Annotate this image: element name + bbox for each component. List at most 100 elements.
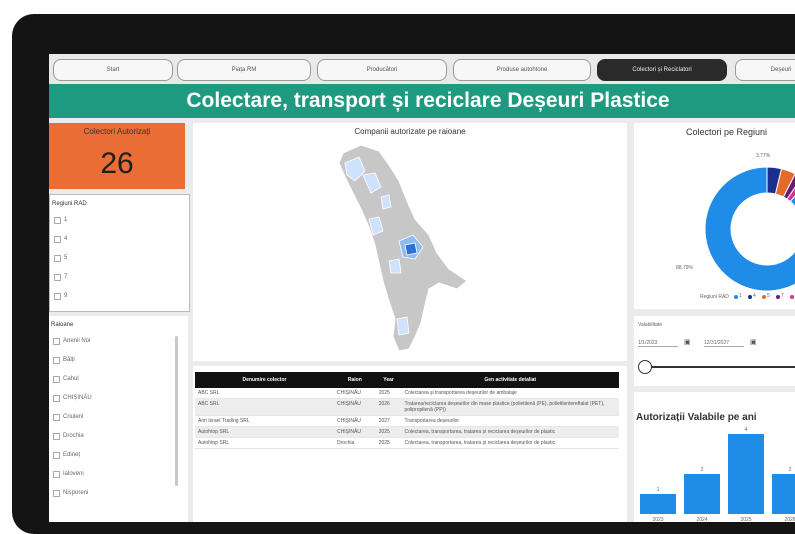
donut-label-small: 3.77% bbox=[756, 153, 771, 159]
page-title: Colectare, transport și reciclare Deșeur… bbox=[49, 84, 795, 118]
legend-label: 7 bbox=[781, 293, 784, 299]
legend-dot[interactable] bbox=[734, 295, 738, 299]
calendar-icon[interactable]: ▣ bbox=[750, 338, 757, 346]
tab-bar: Start Piața RM Producători Produse autohton… bbox=[49, 54, 795, 84]
table-cell: CHIȘINĂU bbox=[334, 415, 376, 427]
tab-2[interactable]: Producători bbox=[317, 59, 447, 81]
tab-0[interactable]: Start bbox=[53, 59, 173, 81]
raion-item-label: Anenii Noi bbox=[63, 338, 91, 344]
region-checkbox[interactable] bbox=[54, 217, 61, 224]
raion-item-label: Edineț bbox=[63, 452, 81, 458]
region-slicer: Regiuni RAD 1 4 5 7 9 bbox=[49, 194, 190, 312]
region-item-label: 5 bbox=[64, 255, 68, 261]
date-end-input[interactable]: 12/31/2027 bbox=[704, 340, 744, 347]
legend-dot[interactable] bbox=[762, 295, 766, 299]
bar-tick-label: 2023 bbox=[652, 517, 663, 522]
tab-3[interactable]: Produse autohtone bbox=[453, 59, 591, 81]
bar-data-label: 1 bbox=[657, 487, 660, 493]
table-header-cell[interactable]: Raion bbox=[334, 372, 376, 388]
raion-checkbox[interactable] bbox=[53, 338, 60, 345]
region-item-label: 9 bbox=[64, 293, 68, 299]
raion-checkbox[interactable] bbox=[53, 490, 60, 497]
bar-data-label: 2 bbox=[789, 467, 792, 473]
table-cell: CHIȘINĂU bbox=[334, 426, 376, 438]
raion-checkbox[interactable] bbox=[53, 357, 60, 364]
raion-checkbox[interactable] bbox=[53, 433, 60, 440]
legend-dot[interactable] bbox=[748, 295, 752, 299]
kpi-card: Colectori Autorizați 26 bbox=[49, 123, 185, 189]
table-cell: Autohtop SRL bbox=[195, 437, 335, 449]
table-cell: CHIȘINĂU bbox=[334, 398, 376, 416]
bar-2025[interactable] bbox=[728, 434, 764, 514]
legend-label: 1 bbox=[739, 293, 742, 299]
table-row[interactable]: Ann Israel Trading SRL CHIȘINĂU 2027 Transp… bbox=[195, 415, 619, 427]
calendar-icon[interactable]: ▣ bbox=[684, 338, 691, 346]
map-region-light-6 bbox=[380, 194, 392, 210]
donut-panel: Colectori pe Regiuni 3.77% 88.79% Regiun… bbox=[634, 123, 795, 309]
legend-dot[interactable] bbox=[776, 295, 780, 299]
collectors-table: Denumire colector Raion Year Gen activitate… bbox=[195, 372, 619, 449]
region-item-label: 7 bbox=[64, 274, 68, 280]
date-range-handle[interactable] bbox=[638, 360, 652, 374]
region-item-label: 4 bbox=[64, 236, 68, 242]
bar-data-label: 4 bbox=[745, 427, 748, 433]
table-cell: 2025 bbox=[375, 437, 402, 449]
donut-chart bbox=[704, 166, 795, 292]
raion-slicer: Raioane Anenii Noi Bălți Cahul CHIȘINĂU Criu… bbox=[49, 316, 188, 522]
raion-item-label: CHIȘINĂU bbox=[63, 395, 92, 401]
table-cell: Colectarea, transportarea, tratarea și r… bbox=[401, 426, 619, 438]
raion-checkbox[interactable] bbox=[53, 376, 60, 383]
bar-2023[interactable] bbox=[640, 494, 676, 514]
dashboard-screen: Start Piața RM Producători Produse autohton… bbox=[49, 54, 795, 522]
region-checkbox[interactable] bbox=[54, 293, 61, 300]
raion-checkbox[interactable] bbox=[53, 452, 60, 459]
date-start-input[interactable]: 1/1/2023 bbox=[638, 340, 678, 347]
raion-checkbox[interactable] bbox=[53, 395, 60, 402]
legend-dot[interactable] bbox=[790, 295, 794, 299]
table-header-cell[interactable]: Denumire colector bbox=[195, 372, 335, 388]
bar-tick-label: 2025 bbox=[740, 517, 751, 522]
region-checkbox[interactable] bbox=[54, 274, 61, 281]
bar-panel: Autorizații Valabile pe ani 1 2023 2 2024 4 2… bbox=[634, 392, 795, 522]
table-cell: ABC SRL bbox=[195, 398, 335, 416]
raion-checkbox[interactable] bbox=[53, 471, 60, 478]
map-region-light-4 bbox=[388, 258, 402, 274]
raion-item-label: Cahul bbox=[63, 376, 79, 382]
date-slicer-title: Valabilitate bbox=[638, 322, 663, 328]
donut-legend-title: Regiuni RAD bbox=[700, 294, 729, 300]
table-cell: 2025 bbox=[375, 388, 402, 399]
table-cell: Autohtop SRL bbox=[195, 426, 335, 438]
table-header-cell[interactable]: Gen activitate detaliat bbox=[401, 372, 619, 388]
raion-item-label: Ialoveni bbox=[63, 471, 84, 477]
table-cell: Transportarea deșeurilor bbox=[401, 415, 619, 427]
region-checkbox[interactable] bbox=[54, 236, 61, 243]
bar-2024[interactable] bbox=[684, 474, 720, 514]
region-checkbox[interactable] bbox=[54, 255, 61, 262]
table-cell: Colectarea și transportarea deșeurilor d… bbox=[401, 388, 619, 399]
table-cell: 2025 bbox=[375, 426, 402, 438]
date-range-track[interactable] bbox=[644, 366, 795, 368]
table-row[interactable]: Autohtop SRL Drochia 2025 Colectarea, trans… bbox=[195, 437, 619, 449]
table-cell: Colectarea, transportarea, tratarea și r… bbox=[401, 437, 619, 449]
tab-1[interactable]: Piața RM bbox=[177, 59, 311, 81]
tab-4[interactable]: Colectori și Reciclatori bbox=[597, 59, 727, 81]
bar-chart: 1 2023 2 2024 4 2025 2 2026 bbox=[640, 427, 795, 522]
raion-item-label: Bălți bbox=[63, 357, 75, 363]
table-header-cell[interactable]: Year bbox=[375, 372, 402, 388]
table-row[interactable]: Autohtop SRL CHIȘINĂU 2025 Colectarea, tran… bbox=[195, 426, 619, 438]
bar-2026[interactable] bbox=[772, 474, 795, 514]
table-row[interactable]: ABC SRL CHIȘINĂU 2026 Tratarea/reciclarea d… bbox=[195, 398, 619, 416]
moldova-map bbox=[338, 144, 468, 352]
bar-tick-label: 2026 bbox=[784, 517, 795, 522]
bar-data-label: 2 bbox=[701, 467, 704, 473]
table-row[interactable]: ABC SRL CHIȘINĂU 2025 Colectarea și transpo… bbox=[195, 388, 619, 399]
region-slicer-title: Regiuni RAD bbox=[52, 201, 87, 207]
raion-checkbox[interactable] bbox=[53, 414, 60, 421]
table-cell: CHIȘINĂU bbox=[334, 388, 376, 399]
table-cell: Ann Israel Trading SRL bbox=[195, 415, 335, 427]
tab-5[interactable]: Deșeuri bbox=[735, 59, 795, 81]
legend-label: 5 bbox=[767, 293, 770, 299]
slicer-scrollbar[interactable] bbox=[175, 336, 178, 486]
donut-label-large: 88.79% bbox=[676, 265, 693, 271]
map-region-light-5 bbox=[396, 316, 410, 336]
